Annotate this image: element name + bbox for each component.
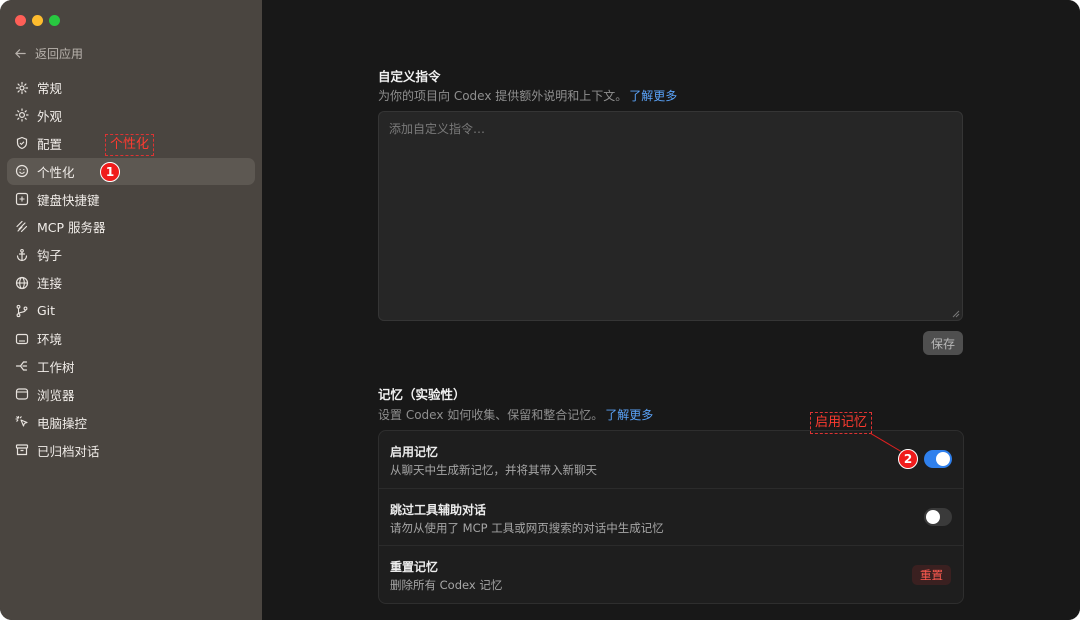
sidebar-item-hooks[interactable]: 钩子 [7, 241, 255, 268]
enable-memory-title: 启用记忆 [390, 445, 439, 459]
sidebar-item-connections[interactable]: 连接 [7, 269, 255, 296]
sidebar-item-keyboard-shortcuts[interactable]: 键盘快捷键 [7, 186, 255, 213]
minimize-window-button[interactable] [32, 15, 43, 26]
memory-settings-card: 启用记忆 从聊天中生成新记忆，并将其带入新聊天 跳过工具辅助对话 请勿从使用了 … [378, 430, 964, 604]
sidebar-item-mcp-servers[interactable]: MCP 服务器 [7, 213, 255, 240]
sidebar-item-label: 连接 [37, 276, 63, 292]
back-to-app-link[interactable]: 返回应用 [14, 44, 83, 62]
resize-grip-icon[interactable] [952, 310, 960, 318]
memory-desc-text: 设置 Codex 如何收集、保留和整合记忆。 [378, 408, 604, 422]
skip-tool-chats-toggle[interactable] [924, 508, 952, 526]
smile-icon [15, 164, 29, 178]
sidebar-item-general[interactable]: 常规 [7, 74, 255, 101]
close-window-button[interactable] [15, 15, 26, 26]
sidebar-item-environment[interactable]: 环境 [7, 325, 255, 352]
learn-more-link[interactable]: 了解更多 [629, 89, 677, 103]
sun-icon [15, 108, 29, 122]
sidebar-item-browser[interactable]: 浏览器 [7, 381, 255, 408]
main-panel: 自定义指令 为你的项目向 Codex 提供额外说明和上下文。 了解更多 添加自定义… [262, 0, 1080, 620]
browser-icon [15, 387, 29, 401]
memory-learn-more-link[interactable]: 了解更多 [605, 408, 653, 422]
skip-tool-chats-desc: 请勿从使用了 MCP 工具或网页搜索的对话中生成记忆 [390, 521, 664, 535]
globe-icon [15, 276, 29, 290]
arrow-left-icon [15, 48, 26, 58]
save-button[interactable]: 保存 [923, 331, 963, 355]
sidebar-item-archived-chats[interactable]: 已归档对话 [7, 437, 255, 464]
memory-section-title: 记忆（实验性） [378, 387, 466, 402]
sidebar-item-label: 已归档对话 [37, 443, 100, 459]
sidebar-item-computer-control[interactable]: 电脑操控 [7, 409, 255, 436]
toggle-knob [926, 510, 940, 524]
window-controls [15, 15, 60, 26]
sidebar-item-label: 钩子 [37, 248, 63, 264]
sidebar-item-git[interactable]: Git [7, 297, 255, 324]
sidebar-item-label: 环境 [37, 332, 63, 348]
archive-icon [15, 443, 29, 457]
sidebar-item-label: 配置 [37, 136, 63, 152]
sidebar-item-label: 工作树 [37, 359, 75, 375]
annotation-badge-1: 1 [100, 162, 120, 182]
sidebar-item-label: Git [37, 303, 56, 319]
tree-icon [15, 359, 29, 373]
custom-instructions-desc: 为你的项目向 Codex 提供额外说明和上下文。 了解更多 [378, 87, 677, 104]
sidebar-item-label: 键盘快捷键 [37, 192, 100, 208]
reset-memory-row: 重置记忆 删除所有 Codex 记忆 重置 [379, 545, 963, 602]
mcp-icon [15, 220, 29, 234]
sidebar-item-label: MCP 服务器 [37, 220, 106, 236]
settings-window: 返回应用 常规 外观 配置 个性化 键盘快捷键 MCP 服务器 钩子 连接 Gi… [0, 0, 1080, 620]
shield-icon [15, 136, 29, 150]
custom-instructions-desc-text: 为你的项目向 Codex 提供额外说明和上下文。 [378, 89, 628, 103]
sidebar: 返回应用 常规 外观 配置 个性化 键盘快捷键 MCP 服务器 钩子 连接 Gi… [0, 0, 262, 620]
skip-tool-chats-row: 跳过工具辅助对话 请勿从使用了 MCP 工具或网页搜索的对话中生成记忆 [379, 488, 963, 545]
sidebar-item-worktree[interactable]: 工作树 [7, 353, 255, 380]
reset-memory-title: 重置记忆 [390, 560, 439, 574]
sidebar-item-personalization[interactable]: 个性化 [7, 157, 255, 185]
custom-instructions-input[interactable]: 添加自定义指令… [378, 111, 963, 321]
zoom-window-button[interactable] [49, 15, 60, 26]
keyboard-icon [15, 192, 29, 206]
sidebar-item-label: 外观 [37, 108, 63, 124]
annotation-label-enable-memory: 启用记忆 [810, 412, 873, 434]
sidebar-item-label: 个性化 [37, 164, 75, 180]
sidebar-item-label: 浏览器 [37, 387, 75, 403]
custom-instructions-placeholder: 添加自定义指令… [389, 122, 486, 136]
reset-memory-button[interactable]: 重置 [912, 565, 951, 585]
sidebar-item-label: 常规 [37, 81, 63, 96]
enable-memory-toggle[interactable] [924, 450, 952, 468]
monitor-icon [15, 332, 29, 346]
sidebar-nav: 常规 外观 配置 个性化 键盘快捷键 MCP 服务器 钩子 连接 Git 环境 … [7, 74, 255, 464]
sidebar-item-appearance[interactable]: 外观 [7, 102, 255, 129]
branch-icon [15, 304, 29, 318]
annotation-label-personalization: 个性化 [105, 134, 155, 156]
enable-memory-desc: 从聊天中生成新记忆，并将其带入新聊天 [390, 463, 597, 477]
anchor-icon [15, 248, 29, 262]
skip-tool-chats-title: 跳过工具辅助对话 [390, 503, 487, 517]
reset-memory-desc: 删除所有 Codex 记忆 [390, 578, 503, 592]
custom-instructions-title: 自定义指令 [378, 69, 441, 84]
gear-icon [15, 81, 29, 95]
sidebar-item-label: 电脑操控 [37, 415, 88, 431]
annotation-badge-2: 2 [898, 449, 918, 469]
back-label: 返回应用 [35, 46, 84, 61]
pointer-icon [15, 415, 29, 429]
memory-section-desc: 设置 Codex 如何收集、保留和整合记忆。 了解更多 [378, 406, 653, 423]
toggle-knob [936, 452, 950, 466]
